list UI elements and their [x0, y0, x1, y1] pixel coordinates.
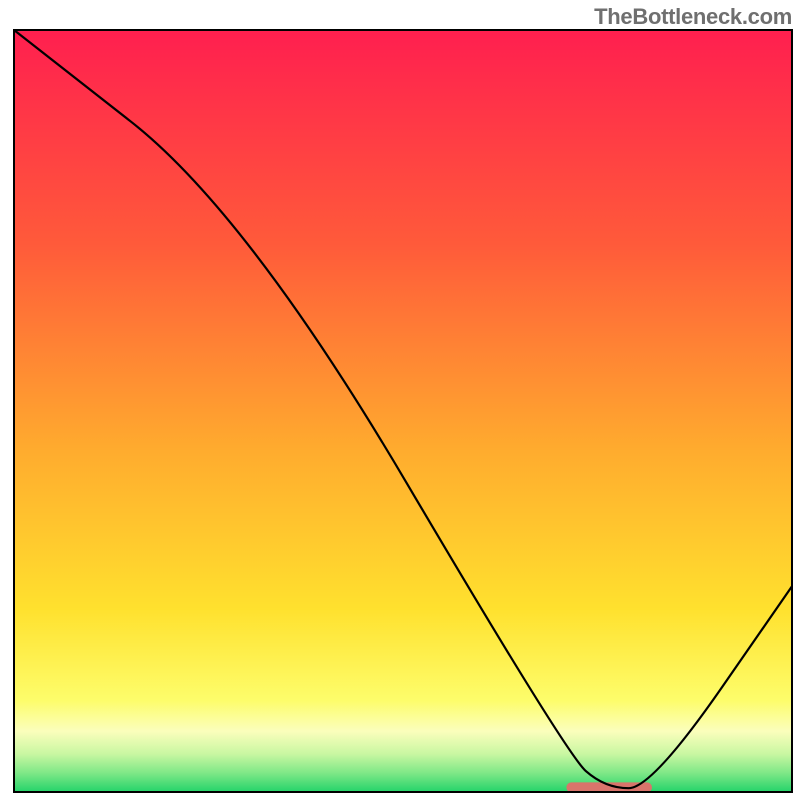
bottleneck-chart [0, 0, 800, 800]
plot-background [14, 30, 792, 792]
watermark-text: TheBottleneck.com [594, 4, 792, 30]
